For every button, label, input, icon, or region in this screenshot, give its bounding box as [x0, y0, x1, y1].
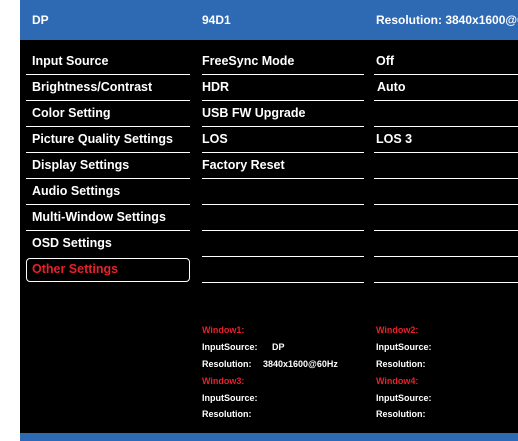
value-divider: [374, 178, 518, 179]
menu-item-display-settings[interactable]: Display Settings: [26, 153, 190, 177]
osd-menu: DP 94D1 Resolution: 3840x1600@60Hz Input…: [20, 0, 518, 441]
window3-input-label: InputSource:: [202, 393, 258, 403]
window1-title: Window1:: [202, 325, 245, 335]
value-divider: [374, 152, 518, 153]
window1-resolution-label: Resolution:: [202, 359, 252, 369]
option-divider: [202, 230, 364, 231]
menu-item-audio-settings[interactable]: Audio Settings: [26, 179, 190, 203]
current-resolution: Resolution: 3840x1600@60Hz: [376, 13, 518, 27]
menu-item-osd-settings[interactable]: OSD Settings: [26, 231, 190, 255]
option-los[interactable]: LOS: [202, 127, 228, 151]
option-divider: [202, 282, 364, 283]
menu-item-multi-window-settings[interactable]: Multi-Window Settings: [26, 205, 190, 229]
window4-resolution-label: Resolution:: [376, 409, 426, 419]
value-divider: [374, 204, 518, 205]
window1-input-label: InputSource:: [202, 342, 258, 352]
monitor-model: 94D1: [202, 13, 231, 27]
window4-title: Window4:: [376, 376, 419, 386]
window3-title: Window3:: [202, 376, 245, 386]
value-divider: [374, 256, 518, 257]
value-freesync-mode: Off: [376, 54, 395, 68]
option-freesync-mode[interactable]: FreeSync Mode: [202, 49, 294, 73]
value-hdr: Auto: [377, 80, 406, 94]
menu-item-color-setting[interactable]: Color Setting: [26, 101, 190, 125]
window2-title: Window2:: [376, 325, 419, 335]
menu-item-input-source[interactable]: Input Source: [26, 49, 190, 73]
option-usb-fw-upgrade[interactable]: USB FW Upgrade: [202, 101, 305, 125]
window2-resolution-label: Resolution:: [376, 359, 426, 369]
value-divider: [374, 230, 518, 231]
value-divider: [374, 100, 518, 101]
value-los: LOS 3: [376, 132, 413, 146]
window3-resolution-label: Resolution:: [202, 409, 252, 419]
option-hdr[interactable]: HDR: [202, 75, 229, 99]
option-factory-reset[interactable]: Factory Reset: [202, 153, 285, 177]
option-divider: [202, 256, 364, 257]
option-divider: [202, 178, 364, 179]
current-input-source: DP: [32, 13, 49, 27]
osd-footer-bar: [20, 433, 518, 441]
value-divider: [374, 282, 518, 283]
menu-item-picture-quality-settings[interactable]: Picture Quality Settings: [26, 127, 190, 151]
osd-header: DP 94D1 Resolution: 3840x1600@60Hz: [20, 0, 518, 40]
window1-resolution-value: 3840x1600@60Hz: [263, 359, 338, 369]
window4-input-label: InputSource:: [376, 393, 432, 403]
window2-input-label: InputSource:: [376, 342, 432, 352]
menu-item-brightness-contrast[interactable]: Brightness/Contrast: [26, 75, 190, 99]
window1-input-value: DP: [272, 342, 285, 352]
option-divider: [202, 204, 364, 205]
menu-item-other-settings[interactable]: Other Settings: [26, 258, 190, 282]
